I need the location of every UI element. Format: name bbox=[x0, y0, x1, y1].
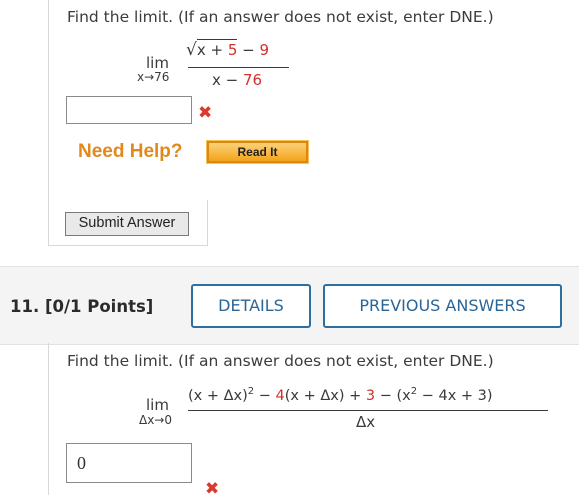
question-10-card-bottom bbox=[48, 245, 208, 246]
lim-label: lim bbox=[146, 396, 169, 414]
fraction-numerator: (x + Δx)2 − 4(x + Δx) + 3 − (x2 − 4x + 3… bbox=[188, 386, 493, 404]
need-help-label: Need Help? bbox=[78, 141, 183, 162]
question-10-card-right bbox=[207, 200, 208, 246]
coefficient: 4 bbox=[275, 387, 285, 404]
minus-sign: − bbox=[237, 41, 260, 59]
submit-answer-button[interactable]: Submit Answer bbox=[65, 212, 189, 236]
fraction-numerator: √x + 5 − 9 bbox=[186, 39, 270, 60]
x-mark-icon: ✖ bbox=[198, 103, 213, 123]
fraction-bar bbox=[188, 67, 289, 68]
read-it-button[interactable]: Read It bbox=[206, 140, 309, 164]
question-11-number-points: 11. [0/1 Points] bbox=[10, 297, 154, 316]
question-10-limit-expression: lim x→76 √x + 5 − 9 x − 76 bbox=[136, 39, 296, 95]
question-10-answer-input[interactable] bbox=[66, 96, 192, 124]
x-mark-icon: ✖ bbox=[205, 479, 220, 499]
denominator-number: 76 bbox=[242, 71, 263, 89]
fraction-denominator: Δx bbox=[356, 413, 376, 431]
numerator-part: − (x bbox=[375, 387, 411, 404]
numerator-part: (x + Δx) bbox=[188, 387, 248, 404]
question-11-card-left bbox=[48, 343, 49, 495]
question-11-prompt: Find the limit. (If an answer does not e… bbox=[67, 352, 494, 370]
lim-subscript: Δx→0 bbox=[139, 413, 172, 427]
numerator-part: − 4x + 3) bbox=[417, 387, 493, 404]
previous-answers-button[interactable]: PREVIOUS ANSWERS bbox=[323, 284, 562, 328]
numerator-part: (x + Δx) + bbox=[284, 387, 366, 404]
question-11-header: 11. [0/1 Points] DETAILS PREVIOUS ANSWER… bbox=[0, 266, 579, 345]
question-10-prompt: Find the limit. (If an answer does not e… bbox=[67, 8, 494, 26]
fraction-bar bbox=[188, 410, 548, 411]
constant: 9 bbox=[259, 41, 270, 59]
question-11-answer-input[interactable]: 0 bbox=[66, 443, 192, 483]
constant: 3 bbox=[365, 387, 376, 404]
numerator-part: − bbox=[254, 387, 276, 404]
fraction-denominator: x − 76 bbox=[212, 71, 262, 89]
denominator-var: x − bbox=[212, 71, 243, 89]
details-button[interactable]: DETAILS bbox=[191, 284, 311, 328]
sqrt-body: x + bbox=[196, 41, 228, 59]
sqrt-number: 5 bbox=[227, 41, 238, 59]
lim-subscript: x→76 bbox=[137, 70, 170, 84]
question-11-limit-expression: lim Δx→0 (x + Δx)2 − 4(x + Δx) + 3 − (x2… bbox=[136, 384, 556, 434]
